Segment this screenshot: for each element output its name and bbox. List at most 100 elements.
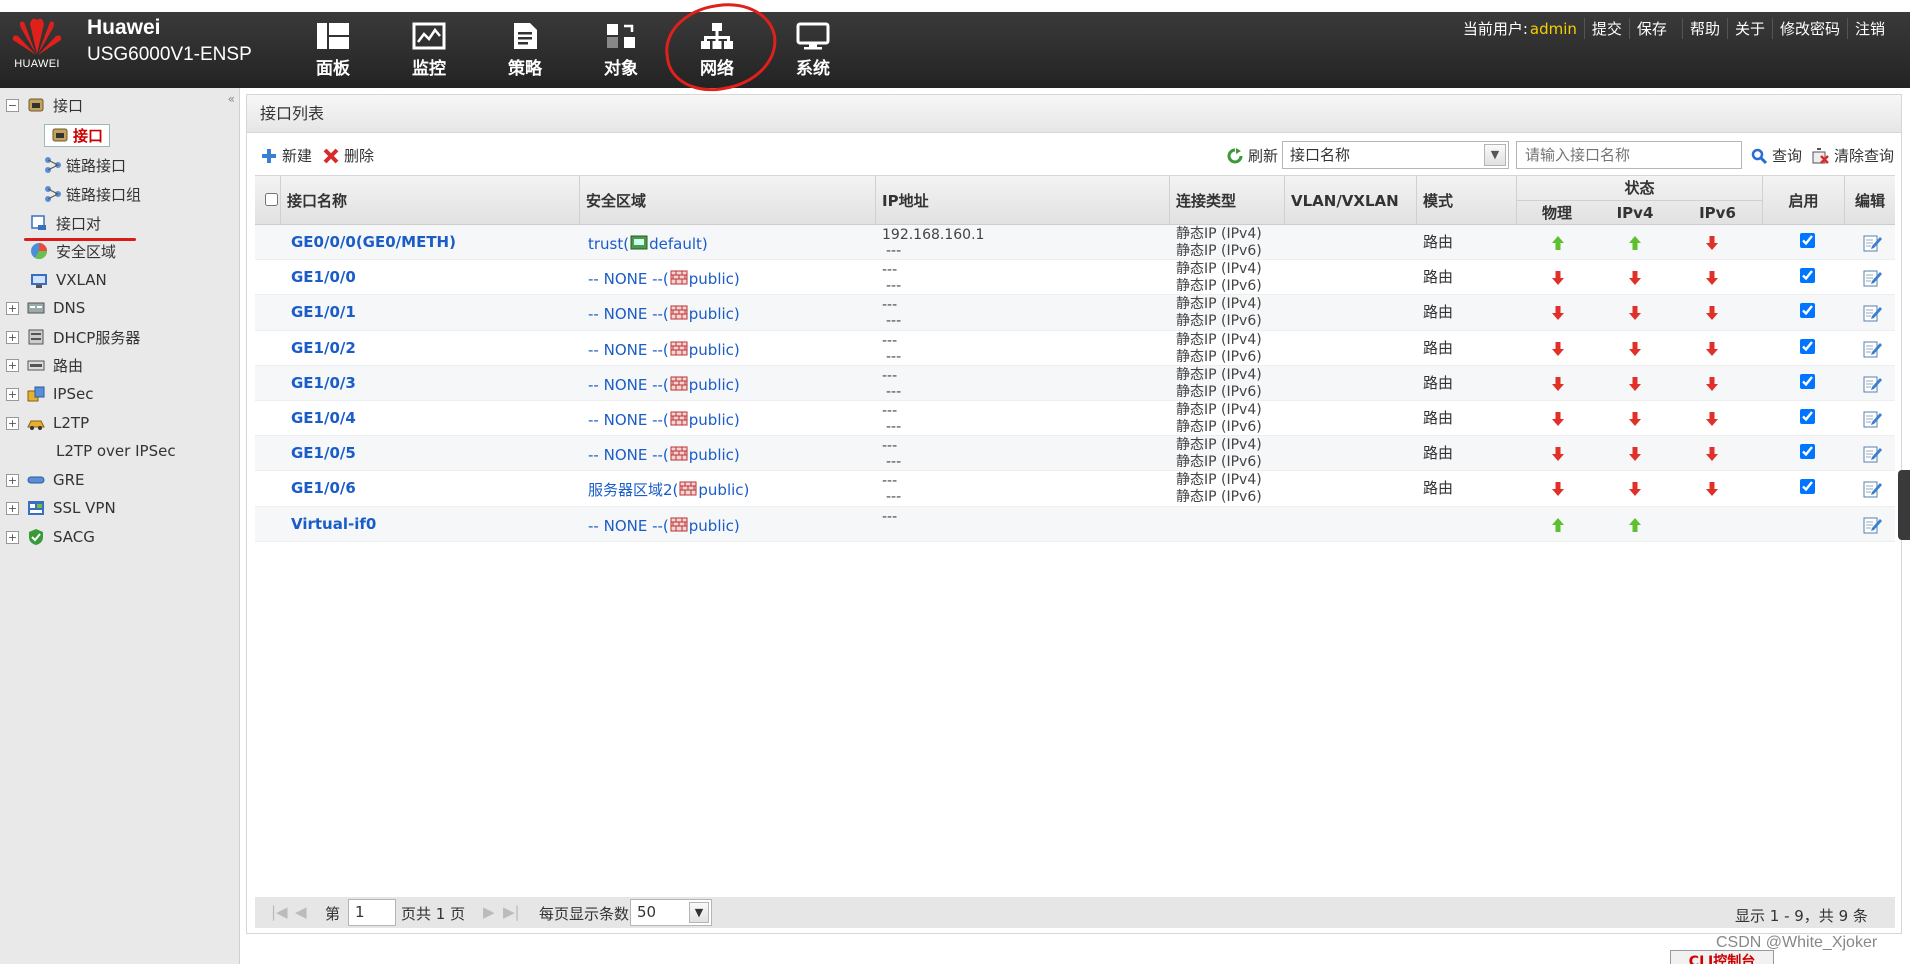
col-name[interactable]: 接口名称	[281, 176, 580, 226]
expand-toggle-icon[interactable]: +	[6, 330, 19, 344]
edit-icon[interactable]	[1863, 339, 1882, 358]
table-row[interactable]: GE1/0/1 -- NONE --(public) --- --- 静态IP (IPv…	[255, 295, 1895, 331]
save-link[interactable]: 保存	[1628, 18, 1674, 39]
expand-toggle-icon[interactable]: +	[6, 416, 19, 430]
table-row[interactable]: GE0/0/0(GE0/METH) trust(default) 192.168.1…	[255, 225, 1895, 262]
col-vlan[interactable]: VLAN/VXLAN	[1285, 176, 1417, 226]
cli-console-button[interactable]: CLI控制台	[1670, 950, 1774, 964]
nav-object[interactable]: 对象	[573, 12, 669, 88]
table-row[interactable]: GE1/0/6 服务器区域2(public) --- --- 静态IP (IPv4) 静态…	[255, 471, 1895, 508]
nav-dashboard[interactable]: 面板	[285, 12, 381, 88]
query-button[interactable]: 查询	[1751, 145, 1802, 166]
security-zone-link[interactable]: -- NONE --(public)	[588, 368, 740, 403]
prev-page-icon[interactable]: ◀	[295, 903, 307, 921]
select-all-checkbox[interactable]	[265, 193, 278, 206]
sidebar-item-sacg[interactable]: + SACG	[6, 524, 95, 550]
sidebar-item-interface[interactable]: 接口	[44, 122, 111, 148]
edit-icon[interactable]	[1863, 268, 1882, 287]
sidebar-item-gre[interactable]: + GRE	[6, 467, 85, 493]
next-page-icon[interactable]: ▶	[483, 903, 495, 921]
chevron-down-icon[interactable]: ▼	[689, 902, 709, 923]
expand-toggle-icon[interactable]: +	[6, 387, 19, 401]
sidebar-item-security-zone[interactable]: 安全区域	[30, 238, 116, 264]
per-page-select[interactable]: 50 ▼	[630, 899, 712, 926]
edit-icon[interactable]	[1863, 444, 1882, 463]
interface-name-link[interactable]: GE1/0/1	[291, 295, 356, 330]
nav-policy[interactable]: 策略	[477, 12, 573, 88]
col-mode[interactable]: 模式	[1417, 176, 1517, 226]
interface-name-link[interactable]: GE1/0/3	[291, 366, 356, 401]
refresh-button[interactable]: 刷新	[1227, 145, 1278, 166]
edit-icon[interactable]	[1863, 409, 1882, 428]
help-link[interactable]: 帮助	[1681, 18, 1727, 39]
edit-icon[interactable]	[1863, 479, 1882, 498]
clear-query-button[interactable]: 清除查询	[1811, 145, 1894, 166]
enable-checkbox[interactable]	[1800, 373, 1815, 389]
interface-name-link[interactable]: GE1/0/4	[291, 401, 356, 436]
chevron-down-icon[interactable]: ▼	[1484, 144, 1506, 166]
collapse-sidebar-icon[interactable]: «	[228, 92, 235, 106]
nav-network[interactable]: 网络	[669, 12, 765, 88]
enable-checkbox[interactable]	[1800, 479, 1815, 495]
enable-checkbox[interactable]	[1800, 303, 1815, 319]
page-number-input[interactable]: 1	[348, 899, 396, 926]
enable-checkbox[interactable]	[1800, 408, 1815, 424]
col-zone[interactable]: 安全区域	[580, 176, 876, 226]
table-row[interactable]: GE1/0/2 -- NONE --(public) --- --- 静态IP (IPv…	[255, 331, 1895, 366]
edit-icon[interactable]	[1863, 374, 1882, 393]
interface-name-link[interactable]: GE0/0/0(GE0/METH)	[291, 225, 456, 260]
security-zone-link[interactable]: -- NONE --(public)	[588, 333, 740, 368]
security-zone-link[interactable]: -- NONE --(public)	[588, 403, 740, 438]
col-conn[interactable]: 连接类型	[1170, 176, 1285, 226]
collapse-toggle-icon[interactable]: −	[6, 98, 19, 112]
expand-toggle-icon[interactable]: +	[6, 530, 19, 544]
interface-name-link[interactable]: GE1/0/2	[291, 331, 356, 366]
enable-checkbox[interactable]	[1800, 338, 1815, 354]
nav-monitor[interactable]: 监控	[381, 12, 477, 88]
interface-name-link[interactable]: GE1/0/5	[291, 436, 356, 471]
interface-name-link[interactable]: Virtual-if0	[291, 507, 376, 542]
sidebar-item-l2tp[interactable]: + L2TP	[6, 410, 89, 436]
sidebar-item-l2tp-over-ipsec[interactable]: L2TP over IPSec	[30, 438, 176, 464]
enable-checkbox[interactable]	[1800, 444, 1815, 460]
expand-toggle-icon[interactable]: +	[6, 301, 19, 315]
last-page-icon[interactable]: ▶|	[503, 903, 520, 921]
table-row[interactable]: Virtual-if0 -- NONE --(public) ---	[255, 506, 1895, 544]
nav-system[interactable]: 系统	[765, 12, 861, 88]
sidebar-item-routing[interactable]: + 路由	[6, 352, 83, 378]
side-scroll-tab[interactable]	[1898, 470, 1910, 540]
first-page-icon[interactable]: |◀	[271, 903, 288, 921]
sidebar-item-ipsec[interactable]: + IPSec	[6, 381, 93, 407]
search-input[interactable]	[1516, 141, 1742, 169]
new-button[interactable]: 新建	[261, 145, 312, 166]
delete-button[interactable]: 删除	[323, 145, 374, 166]
sidebar-item-link-interface-group[interactable]: 链路接口组	[44, 181, 141, 207]
security-zone-link[interactable]: -- NONE --(public)	[588, 438, 740, 473]
table-row[interactable]: GE1/0/0 -- NONE --(public) --- --- 静态IP (IPv…	[255, 260, 1895, 297]
security-zone-link[interactable]: -- NONE --(public)	[588, 262, 740, 297]
submit-link[interactable]: 提交	[1583, 18, 1629, 39]
expand-toggle-icon[interactable]: +	[6, 358, 19, 372]
edit-icon[interactable]	[1863, 233, 1882, 252]
table-row[interactable]: GE1/0/3 -- NONE --(public) --- --- 静态IP (IPv…	[255, 365, 1895, 403]
security-zone-link[interactable]: trust(default)	[588, 227, 708, 262]
enable-checkbox[interactable]	[1800, 233, 1815, 248]
expand-toggle-icon[interactable]: +	[6, 501, 19, 515]
interface-name-link[interactable]: GE1/0/6	[291, 471, 356, 506]
sidebar-item-dhcp-server[interactable]: + DHCP服务器	[6, 324, 140, 350]
enable-checkbox[interactable]	[1800, 268, 1815, 284]
sidebar-item-interface-pair[interactable]: 接口对	[30, 210, 101, 236]
col-ip[interactable]: IP地址	[876, 176, 1170, 226]
security-zone-link[interactable]: 服务器区域2(public)	[588, 473, 749, 508]
edit-icon[interactable]	[1863, 303, 1882, 322]
logout-link[interactable]: 注销	[1846, 18, 1892, 39]
sidebar-item-dns[interactable]: + DNS	[6, 295, 85, 321]
search-field-select[interactable]: 接口名称 ▼	[1282, 141, 1509, 169]
about-link[interactable]: 关于	[1726, 18, 1772, 39]
sidebar-item-link-interface[interactable]: 链路接口	[44, 152, 126, 178]
edit-icon[interactable]	[1863, 515, 1882, 534]
interface-name-link[interactable]: GE1/0/0	[291, 260, 356, 295]
security-zone-link[interactable]: -- NONE --(public)	[588, 509, 740, 544]
expand-toggle-icon[interactable]: +	[6, 473, 19, 487]
sidebar-item-interface-group[interactable]: − 接口	[6, 92, 83, 118]
